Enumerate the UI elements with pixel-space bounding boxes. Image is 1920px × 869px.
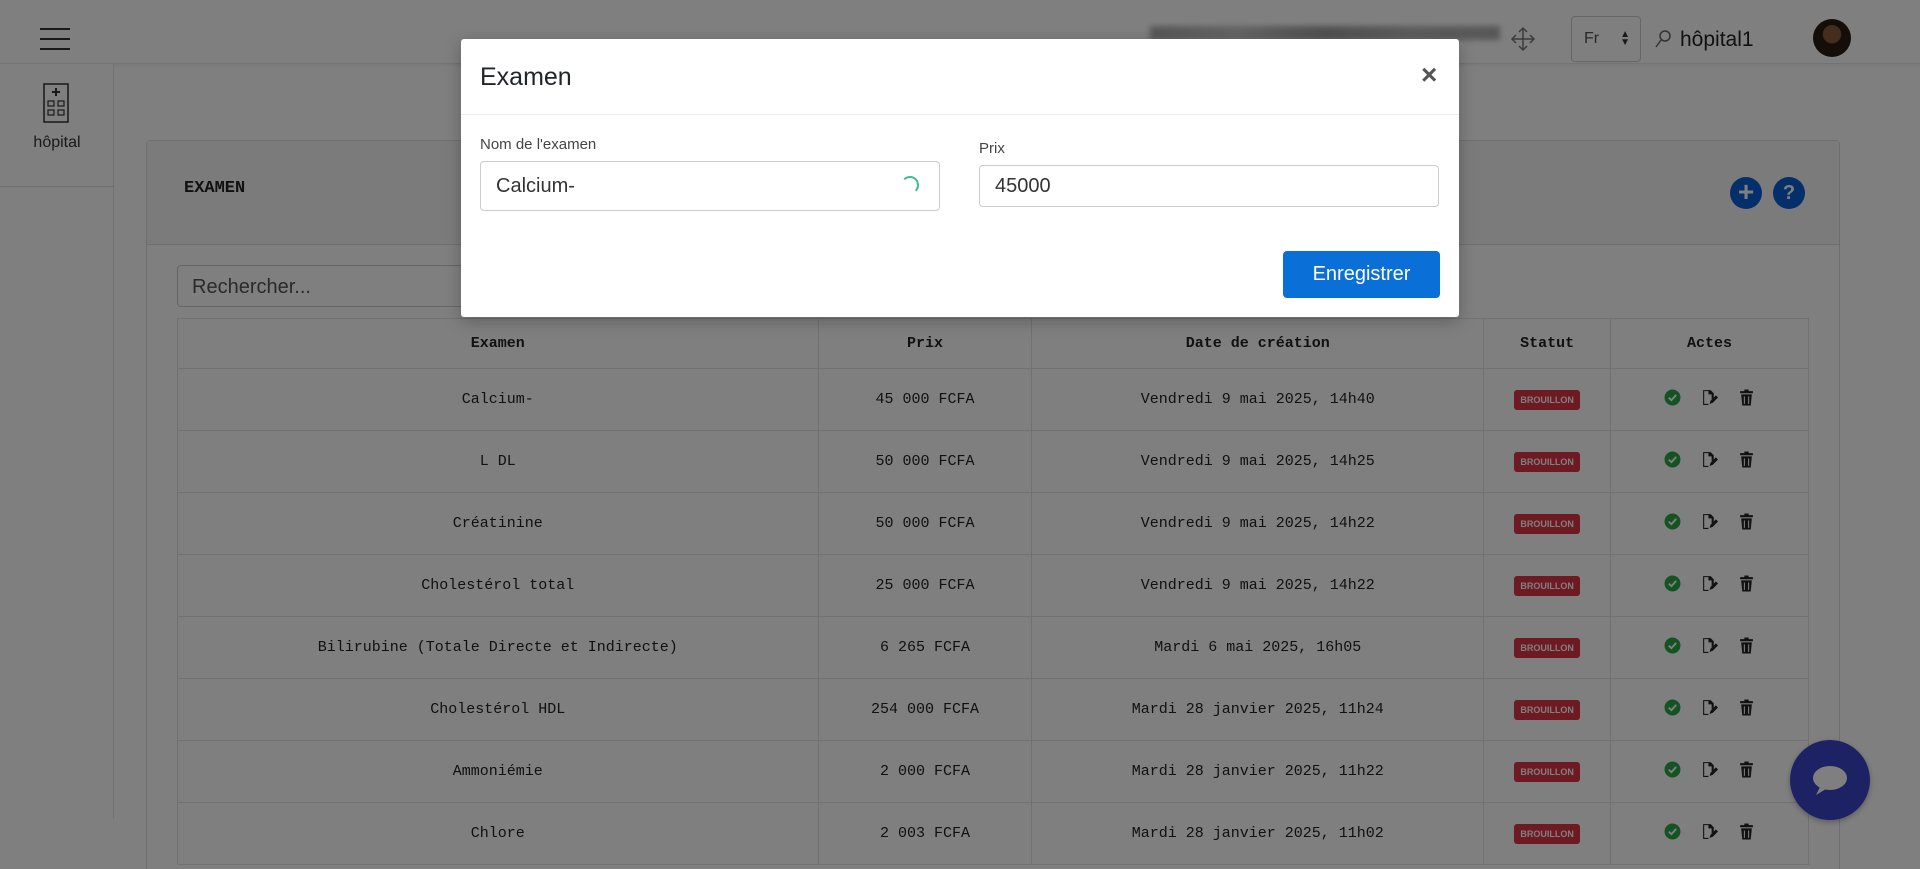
exam-modal: Examen × Nom de l'examen Calcium- Prix 4… [461, 39, 1459, 317]
exam-name-value: Calcium- [496, 174, 575, 197]
price-value: 45000 [995, 174, 1051, 197]
loading-spinner-icon [901, 176, 919, 194]
modal-title: Examen [480, 63, 572, 91]
modal-header: Examen × [461, 39, 1459, 115]
save-button[interactable]: Enregistrer [1283, 251, 1440, 298]
price-input[interactable]: 45000 [979, 165, 1439, 207]
close-icon[interactable]: × [1421, 59, 1437, 91]
price-label: Prix [979, 140, 1005, 157]
exam-name-label: Nom de l'examen [480, 136, 597, 153]
exam-name-input[interactable]: Calcium- [480, 161, 940, 211]
